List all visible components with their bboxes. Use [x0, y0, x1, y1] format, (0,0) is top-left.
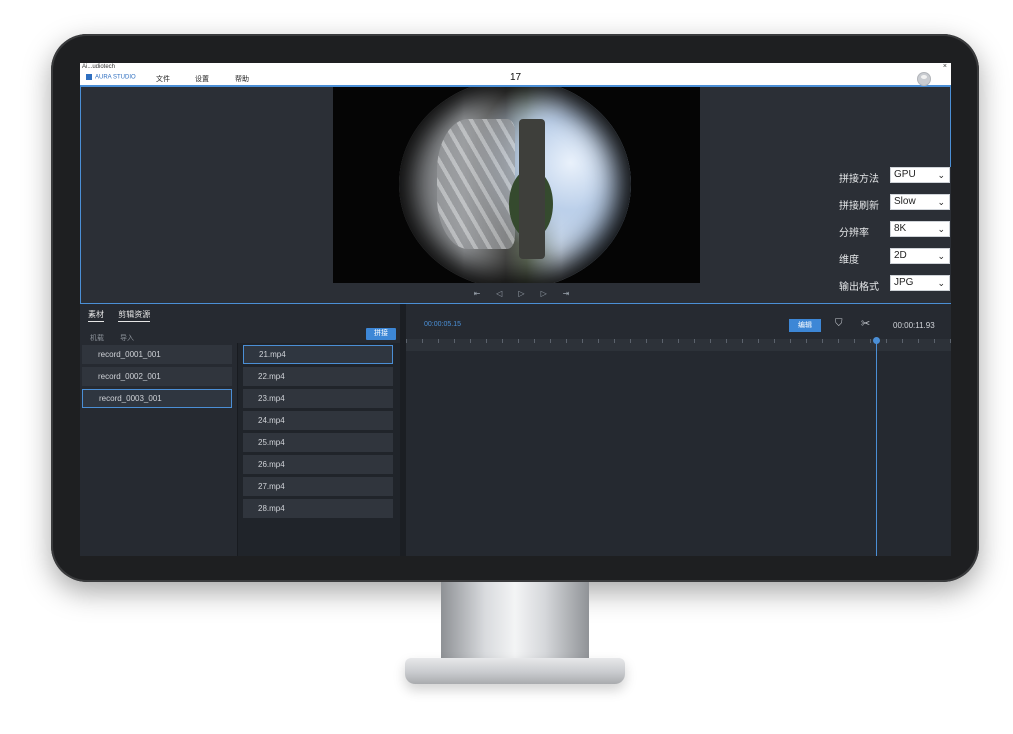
preview-panel: ⇤ ◁ ▷ ▷ ⇥ 拼接方法 GPU ⌄ 拼接刷新 Slow ⌄ 分辨率 8K ⌄ 维… [80, 86, 951, 304]
window-close-button[interactable]: × [943, 63, 947, 71]
user-avatar-icon[interactable] [917, 72, 931, 86]
tab-materials[interactable]: 素材 [88, 309, 104, 322]
stitch-method-select[interactable]: GPU ⌄ [890, 167, 950, 183]
dimension-select[interactable]: 2D ⌄ [890, 248, 950, 264]
scissors-icon[interactable]: ✂ [861, 317, 870, 330]
select-value: 8K [894, 223, 907, 234]
subtab-import[interactable]: 导入 [120, 335, 134, 342]
menu-settings[interactable]: 设置 [195, 74, 209, 84]
image-road [437, 119, 515, 249]
timeline-panel: 00:00:05.15 编辑 ⛉ ✂ 00:00:11.93 [406, 304, 951, 556]
setting-label: 拼接方法 [839, 174, 879, 185]
select-value: GPU [894, 169, 916, 180]
file-item[interactable]: 27.mp4 [243, 477, 393, 496]
setting-output-format: 输出格式 JPG ⌄ [834, 275, 951, 293]
record-item-selected[interactable]: record_0003_001 [82, 389, 232, 408]
stitch-button[interactable]: 拼接 [366, 328, 396, 340]
select-value: 2D [894, 250, 907, 261]
stitch-refresh-select[interactable]: Slow ⌄ [890, 194, 950, 210]
current-time: 00:00:05.15 [424, 321, 461, 328]
marker-icon[interactable]: ⛉ [835, 318, 843, 329]
select-value: Slow [894, 196, 916, 207]
setting-stitch-refresh: 拼接刷新 Slow ⌄ [834, 194, 951, 212]
setting-label: 维度 [839, 255, 859, 266]
select-value: JPG [894, 277, 914, 288]
setting-label: 分辨率 [839, 228, 869, 239]
file-item[interactable]: 23.mp4 [243, 389, 393, 408]
play-icon[interactable]: ▷ [511, 289, 531, 298]
image-building [519, 119, 545, 259]
window-title: Ai...udiotech [82, 64, 116, 70]
total-duration: 00:00:11.93 [893, 321, 935, 330]
file-item[interactable]: 28.mp4 [243, 499, 393, 518]
logo-icon [86, 74, 92, 80]
monitor-stand-neck [441, 582, 589, 666]
setting-resolution: 分辨率 8K ⌄ [834, 221, 951, 239]
menubar: AURA STUDIO 文件 设置 帮助 17 [80, 71, 951, 86]
project-counter: 17 [510, 72, 522, 83]
setting-label: 拼接刷新 [839, 201, 879, 212]
step-back-icon[interactable]: ◁ [489, 289, 509, 298]
setting-stitch-method: 拼接方法 GPU ⌄ [834, 167, 951, 185]
setting-dimension: 维度 2D ⌄ [834, 248, 951, 266]
app-screen: Ai...udiotech × AURA STUDIO 文件 设置 帮助 17 … [80, 63, 951, 556]
file-item[interactable]: 26.mp4 [243, 455, 393, 474]
stitch-settings-panel: 拼接方法 GPU ⌄ 拼接刷新 Slow ⌄ 分辨率 8K ⌄ 维度 2D ⌄ 输出格式… [834, 167, 951, 303]
timeline-ruler[interactable] [406, 339, 951, 351]
menu-file[interactable]: 文件 [156, 74, 170, 84]
playback-controls: ⇤ ◁ ▷ ▷ ⇥ [467, 289, 576, 298]
skip-start-icon[interactable]: ⇤ [467, 289, 487, 298]
file-list: 21.mp4 22.mp4 23.mp4 24.mp4 25.mp4 26.mp… [237, 343, 401, 556]
file-item[interactable]: 25.mp4 [243, 433, 393, 452]
record-list: record_0001_001 record_0002_001 record_0… [80, 343, 236, 556]
timeline-track[interactable] [406, 351, 951, 556]
output-format-select[interactable]: JPG ⌄ [890, 275, 950, 291]
subtab-onboard[interactable]: 机载 [90, 335, 104, 342]
tab-edit-resources[interactable]: 剪辑资源 [118, 309, 151, 322]
library-tabs: 素材 剪辑资源 [88, 309, 162, 322]
file-item[interactable]: 24.mp4 [243, 411, 393, 430]
library-subtabs: 机载 导入 [90, 333, 148, 343]
window-titlebar: Ai...udiotech × [80, 63, 951, 71]
file-item-selected[interactable]: 21.mp4 [243, 345, 393, 364]
monitor-stand-base [405, 658, 625, 684]
chevron-down-icon: ⌄ [937, 278, 945, 288]
video-viewer[interactable] [333, 87, 700, 283]
chevron-down-icon: ⌄ [937, 224, 945, 234]
record-item[interactable]: record_0002_001 [82, 367, 232, 386]
fisheye-frame-image [399, 87, 631, 283]
chevron-down-icon: ⌄ [937, 197, 945, 207]
chevron-down-icon: ⌄ [937, 251, 945, 261]
setting-label: 输出格式 [839, 282, 879, 293]
record-item[interactable]: record_0001_001 [82, 345, 232, 364]
file-item[interactable]: 22.mp4 [243, 367, 393, 386]
resolution-select[interactable]: 8K ⌄ [890, 221, 950, 237]
brand-name: AURA STUDIO [95, 74, 136, 81]
chevron-down-icon: ⌄ [937, 170, 945, 180]
edit-button[interactable]: 编辑 [789, 319, 821, 332]
menu-help[interactable]: 帮助 [235, 74, 249, 84]
skip-end-icon[interactable]: ⇥ [556, 289, 576, 298]
app-logo: AURA STUDIO [86, 74, 136, 81]
step-forward-icon[interactable]: ▷ [534, 289, 554, 298]
timeline-playhead[interactable] [873, 337, 880, 556]
